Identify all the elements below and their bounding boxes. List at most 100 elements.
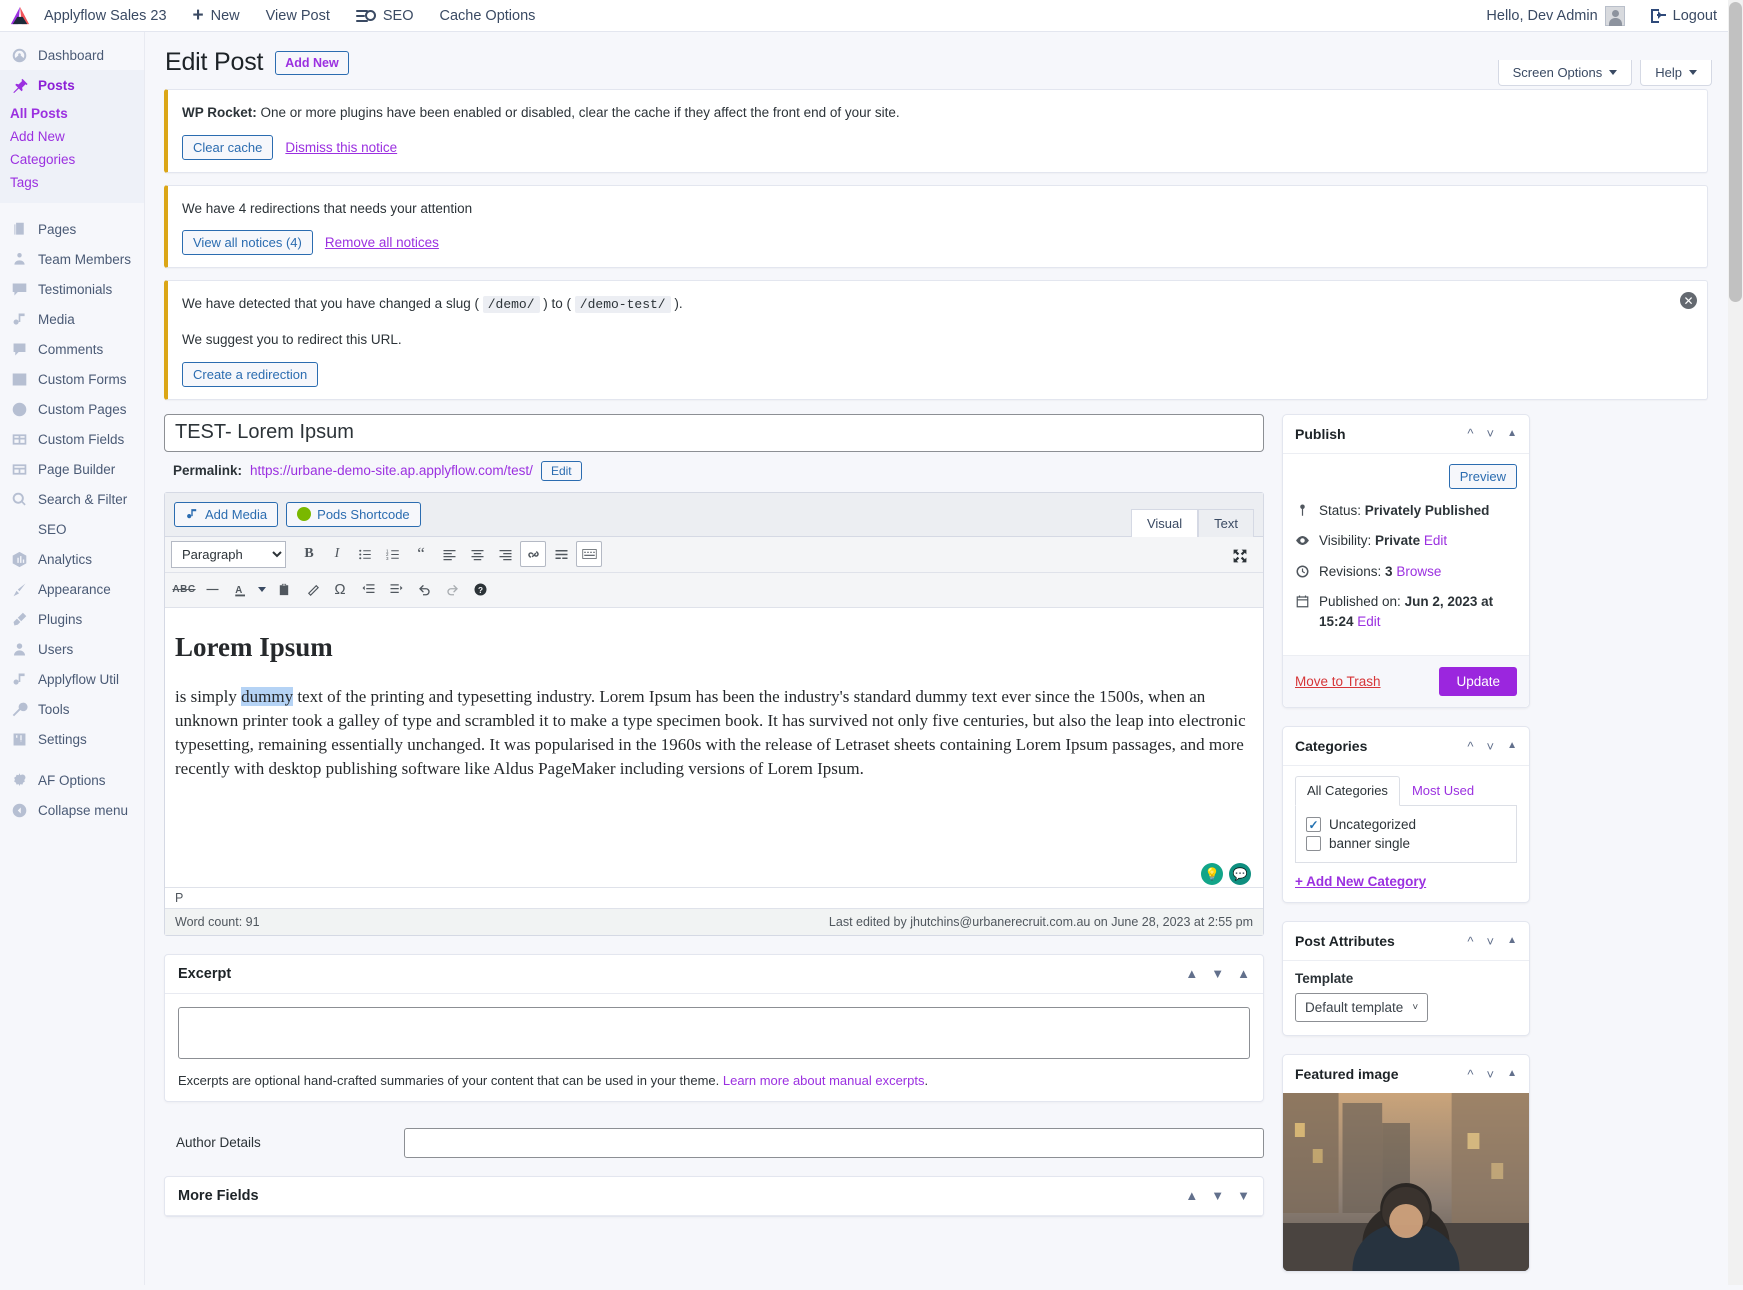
scrollbar-thumb[interactable] <box>1729 2 1742 302</box>
fullscreen-icon[interactable] <box>1227 543 1253 569</box>
revisions-browse-link[interactable]: Browse <box>1396 564 1441 579</box>
category-item[interactable]: banner single <box>1306 834 1506 853</box>
sidebar-item-categories[interactable]: Categories <box>0 148 144 171</box>
admin-bar-new[interactable]: + New <box>180 0 253 32</box>
read-more-icon[interactable] <box>548 541 574 567</box>
redo-icon[interactable] <box>439 577 465 603</box>
align-left-icon[interactable] <box>436 541 462 567</box>
sidebar-item-settings[interactable]: Settings <box>0 724 144 754</box>
blockquote-icon[interactable]: “ <box>408 541 434 567</box>
move-down-icon[interactable]: ˅ <box>1487 427 1495 440</box>
move-up-icon[interactable]: ^ <box>1467 1068 1473 1081</box>
chevron-toggle-icon[interactable]: ▲ <box>1237 967 1250 980</box>
permalink-edit-button[interactable]: Edit <box>540 460 582 481</box>
lightbulb-icon[interactable]: 💡 <box>1201 862 1223 885</box>
sidebar-item-applyflow-util[interactable]: Applyflow Util <box>0 664 144 694</box>
sidebar-item-seo[interactable]: SEO <box>0 514 144 544</box>
undo-icon[interactable] <box>411 577 437 603</box>
published-edit-link[interactable]: Edit <box>1357 614 1380 629</box>
help-icon[interactable]: ? <box>467 577 493 603</box>
tab-text[interactable]: Text <box>1198 508 1254 537</box>
sidebar-item-analytics[interactable]: Analytics <box>0 544 144 574</box>
sidebar-item-add-new[interactable]: Add New <box>0 125 144 148</box>
italic-icon[interactable]: I <box>324 541 350 567</box>
sidebar-item-tags[interactable]: Tags <box>0 171 144 194</box>
strikethrough-icon[interactable]: ABC <box>171 577 197 603</box>
sidebar-item-tools[interactable]: Tools <box>0 694 144 724</box>
editor-content-area[interactable]: Lorem Ipsum is simply dummy text of the … <box>165 607 1263 863</box>
move-up-icon[interactable]: ^ <box>1467 935 1473 948</box>
post-title-input[interactable] <box>164 413 1264 452</box>
sidebar-item-custom-fields[interactable]: Custom Fields <box>0 424 144 454</box>
move-down-icon[interactable]: ▼ <box>1211 967 1224 980</box>
numbered-list-icon[interactable]: 123 <box>380 541 406 567</box>
sidebar-item-users[interactable]: Users <box>0 634 144 664</box>
tab-all-categories[interactable]: All Categories <box>1295 776 1400 807</box>
sidebar-item-collapse-menu[interactable]: Collapse menu <box>0 795 144 825</box>
update-button[interactable]: Update <box>1439 667 1517 697</box>
sidebar-item-page-builder[interactable]: Page Builder <box>0 454 144 484</box>
special-character-icon[interactable]: Ω <box>327 577 353 603</box>
add-new-button[interactable]: Add New <box>275 50 349 75</box>
preview-button[interactable]: Preview <box>1448 463 1517 489</box>
remove-all-notices-link[interactable]: Remove all notices <box>325 235 439 250</box>
align-center-icon[interactable] <box>464 541 490 567</box>
text-color-dropdown-icon[interactable] <box>255 577 269 603</box>
checkbox-icon[interactable] <box>1306 817 1321 833</box>
sidebar-item-dashboard[interactable]: Dashboard <box>0 40 144 70</box>
move-up-icon[interactable]: ^ <box>1467 427 1473 440</box>
bullet-list-icon[interactable] <box>352 541 378 567</box>
page-scrollbar[interactable] <box>1728 0 1743 1285</box>
sidebar-item-custom-forms[interactable]: Custom Forms <box>0 364 144 394</box>
outdent-icon[interactable] <box>355 577 381 603</box>
sidebar-item-search-filter[interactable]: Search & Filter <box>0 484 144 514</box>
sidebar-item-all-posts[interactable]: All Posts <box>0 102 144 125</box>
close-icon[interactable]: ✕ <box>1680 292 1697 310</box>
admin-bar-account[interactable]: Hello, Dev Admin <box>1473 0 1637 32</box>
admin-bar-cache-options[interactable]: Cache Options <box>426 0 548 32</box>
sidebar-item-testimonials[interactable]: Testimonials <box>0 274 144 304</box>
excerpt-hint-link[interactable]: Learn more about manual excerpts <box>723 1073 925 1088</box>
move-up-icon[interactable]: ▲ <box>1185 1189 1198 1202</box>
tab-most-used[interactable]: Most Used <box>1400 776 1486 805</box>
clear-cache-button[interactable]: Clear cache <box>182 134 274 160</box>
sidebar-item-appearance[interactable]: Appearance <box>0 574 144 604</box>
move-to-trash-link[interactable]: Move to Trash <box>1295 674 1381 689</box>
clear-formatting-icon[interactable] <box>299 577 325 603</box>
visibility-edit-link[interactable]: Edit <box>1424 533 1447 548</box>
sidebar-item-af-options[interactable]: AF Options <box>0 765 144 795</box>
help-button[interactable]: Help <box>1640 60 1712 86</box>
category-item[interactable]: Uncategorized <box>1306 815 1506 834</box>
sidebar-item-comments[interactable]: Comments <box>0 334 144 364</box>
align-right-icon[interactable] <box>492 541 518 567</box>
sidebar-item-pages[interactable]: Pages <box>0 214 144 244</box>
sidebar-item-custom-pages[interactable]: Custom Pages <box>0 394 144 424</box>
paragraph-format-select[interactable]: Paragraph <box>171 540 286 568</box>
chat-icon[interactable]: 💬 <box>1229 862 1251 885</box>
tab-visual[interactable]: Visual <box>1130 508 1199 537</box>
admin-bar-site-name[interactable]: Applyflow Sales 23 <box>31 0 180 32</box>
move-down-icon[interactable]: ˅ <box>1487 935 1495 948</box>
create-redirection-button[interactable]: Create a redirection <box>182 361 319 387</box>
screen-options-button[interactable]: Screen Options <box>1497 60 1633 86</box>
add-media-button[interactable]: Add Media <box>174 501 279 527</box>
excerpt-textarea[interactable] <box>178 1006 1250 1059</box>
sidebar-item-media[interactable]: Media <box>0 304 144 334</box>
view-all-notices-button[interactable]: View all notices (4) <box>182 230 313 256</box>
paste-as-text-icon[interactable] <box>271 577 297 603</box>
move-down-icon[interactable]: ˅ <box>1487 740 1495 753</box>
add-new-category-link[interactable]: + Add New Category <box>1295 874 1517 889</box>
sidebar-item-plugins[interactable]: Plugins <box>0 604 144 634</box>
indent-icon[interactable] <box>383 577 409 603</box>
site-logo-icon[interactable] <box>9 6 31 26</box>
sidebar-item-team-members[interactable]: Team Members <box>0 244 144 274</box>
admin-bar-seo[interactable]: SEO <box>343 0 427 32</box>
chevron-toggle-icon[interactable]: ▲ <box>1507 1069 1517 1079</box>
chevron-toggle-icon[interactable]: ▲ <box>1507 741 1517 751</box>
sidebar-item-posts[interactable]: Posts <box>0 70 144 100</box>
template-select[interactable]: Default template ˅ <box>1295 993 1429 1023</box>
author-details-input[interactable] <box>404 1127 1264 1158</box>
text-color-icon[interactable]: A <box>227 577 253 603</box>
admin-bar-view-post[interactable]: View Post <box>253 0 343 32</box>
featured-image-thumbnail[interactable] <box>1283 1093 1529 1272</box>
